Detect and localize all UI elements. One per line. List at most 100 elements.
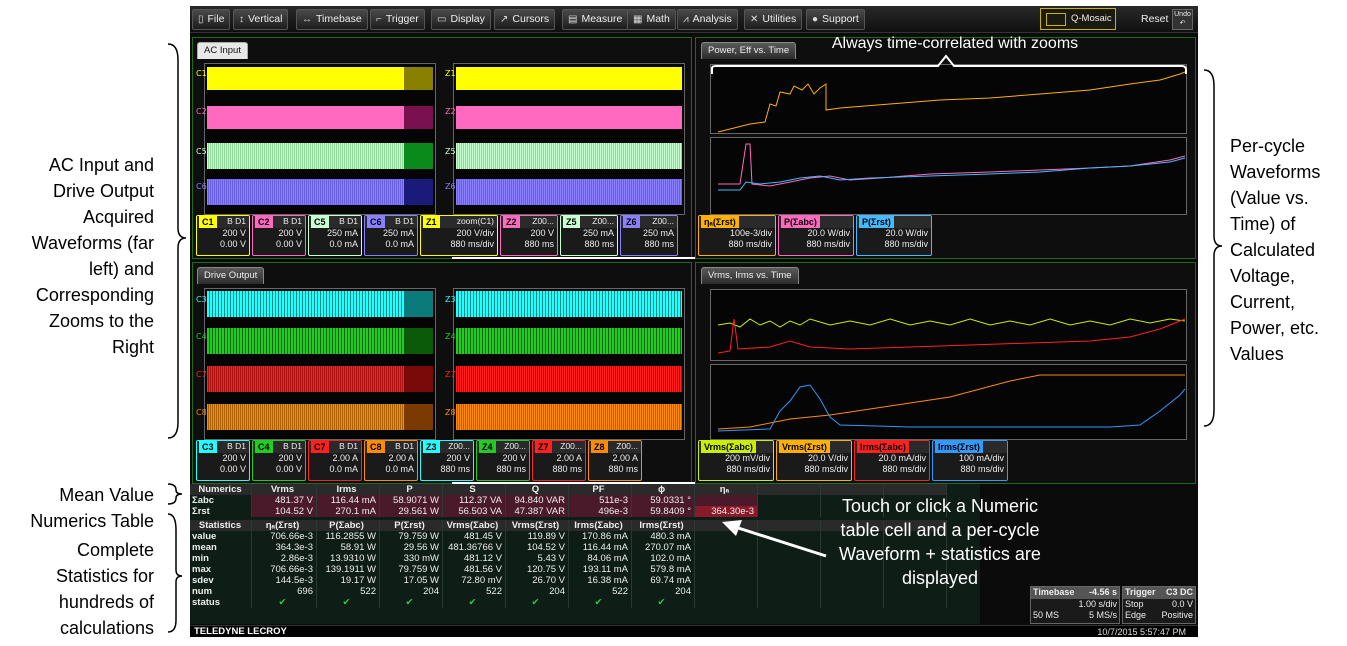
tab-vrms-irms[interactable]: Vrms, Irms vs. Time [701,267,799,284]
table-cell[interactable]: 481.12 V [443,553,506,564]
table-cell[interactable]: 522 [317,586,380,597]
menu-file[interactable]: ▯ File [192,9,231,30]
table-cell[interactable]: 170.86 mA [569,531,632,542]
table-cell[interactable]: 116.2855 W [317,531,380,542]
table-cell[interactable]: 522 [569,586,632,597]
table-cell[interactable]: 59.8409 ° [632,506,695,517]
table-cell[interactable] [695,586,758,597]
table-cell[interactable]: 364.3e-3 [252,542,317,553]
table-cell[interactable]: 69.74 mA [632,575,695,586]
channel-descriptor-rst[interactable]: ηₐ(Σrst) 100e-3/div 880 ms/div [698,215,776,256]
menu-math[interactable]: ▦ Math [627,9,676,30]
table-cell[interactable]: 522 [443,586,506,597]
table-cell[interactable]: 481.37 V [252,495,317,506]
reset-button[interactable]: Reset [1141,13,1168,25]
table-cell[interactable] [758,575,821,586]
channel-descriptor-irmsrst[interactable]: Irms(Σrst) 100 mA/div 880 ms/div [932,440,1008,481]
table-cell[interactable]: ✔ [317,597,380,608]
table-cell[interactable]: 26.70 V [506,575,569,586]
table-cell[interactable]: 204 [632,586,695,597]
channel-descriptor-vrmsabc[interactable]: Vrms(Σabc) 200 mV/div 880 ms/div [698,440,774,481]
table-cell[interactable]: 119.89 V [506,531,569,542]
table-cell[interactable]: 58.9071 W [380,495,443,506]
table-cell[interactable]: 481.36766 V [443,542,506,553]
table-cell[interactable]: 5.43 V [506,553,569,564]
table-cell[interactable]: ✔ [252,597,317,608]
table-cell[interactable] [884,597,947,608]
table-cell[interactable]: ✔ [569,597,632,608]
channel-descriptor-z8[interactable]: Z8 Z00... 2.00 A 880 ms [588,440,642,481]
channel-descriptor-c2[interactable]: C2 B D1 200 V 0.00 V [252,215,306,256]
table-cell[interactable]: 13.9310 W [317,553,380,564]
table-cell[interactable]: 84.06 mA [569,553,632,564]
channel-descriptor-c5[interactable]: C5 B D1 250 mA 0.0 mA [308,215,362,256]
table-cell[interactable]: 481.56 V [443,564,506,575]
menu-display[interactable]: ▭ Display [431,9,491,30]
table-cell[interactable]: 29.56 W [380,542,443,553]
menu-trigger[interactable]: ⌐ Trigger [370,9,425,30]
table-cell[interactable] [695,575,758,586]
menu-timebase[interactable]: ↔ Timebase [296,9,368,30]
table-cell[interactable]: 496e-3 [569,506,632,517]
table-cell[interactable]: 59.0331 ° [632,495,695,506]
table-cell[interactable] [758,495,821,506]
table-cell[interactable]: 72.80 mV [443,575,506,586]
timebase-panel[interactable]: Timebase -4.56 s 1.00 s/div 50 MS 5 MS/s [1030,586,1120,624]
table-cell[interactable]: ✔ [443,597,506,608]
table-cell[interactable]: 139.1911 W [317,564,380,575]
q-mosaic-button[interactable]: Q-Mosaic [1040,8,1116,30]
channel-descriptor-c1[interactable]: C1 B D1 200 V 0.00 V [196,215,250,256]
channel-descriptor-z7[interactable]: Z7 Z00... 2.00 A 880 ms [532,440,586,481]
menu-utilities[interactable]: ✕ Utilities [744,9,803,30]
table-cell[interactable] [821,597,884,608]
table-cell[interactable]: 17.05 W [380,575,443,586]
tab-ac-input[interactable]: AC Input [197,42,248,59]
table-cell[interactable]: 2.86e-3 [252,553,317,564]
table-cell[interactable] [758,586,821,597]
table-cell[interactable]: 16.38 mA [569,575,632,586]
channel-descriptor-z2[interactable]: Z2 Z00... 200 V 880 ms [500,215,558,256]
undo-button[interactable]: Undo ↶ [1172,9,1193,30]
table-cell[interactable]: 706.66e-3 [252,564,317,575]
table-cell[interactable]: 29.561 W [380,506,443,517]
menu-support[interactable]: ● Support [806,9,865,30]
table-cell[interactable]: 112.37 VA [443,495,506,506]
table-cell[interactable]: 481.45 V [443,531,506,542]
table-cell[interactable] [695,597,758,608]
table-cell[interactable]: 330 mW [380,553,443,564]
channel-descriptor-z3[interactable]: Z3 Z00... 200 V 880 ms [420,440,474,481]
table-cell[interactable]: 79.759 W [380,531,443,542]
table-cell[interactable]: 116.44 mA [317,495,380,506]
channel-descriptor-z4[interactable]: Z4 Z00... 200 V 880 ms [476,440,530,481]
channel-descriptor-c7[interactable]: C7 B D1 2.00 A 0.0 mA [308,440,362,481]
table-cell[interactable]: 94.840 VAR [506,495,569,506]
table-cell[interactable]: 511e-3 [569,495,632,506]
table-cell[interactable]: 706.66e-3 [252,531,317,542]
channel-descriptor-prst[interactable]: P(Σrst) 20.0 W/div 880 ms/div [856,215,932,256]
menu-vertical[interactable]: ↕ Vertical [233,9,289,30]
table-cell[interactable]: 79.759 W [380,564,443,575]
table-cell[interactable]: 204 [380,586,443,597]
table-cell[interactable]: 58.91 W [317,542,380,553]
table-cell[interactable]: 104.52 V [252,506,317,517]
table-cell[interactable]: 270.1 mA [317,506,380,517]
channel-descriptor-c3[interactable]: C3 B D1 200 V 0.00 V [196,440,250,481]
table-cell[interactable]: 120.75 V [506,564,569,575]
table-cell[interactable] [758,597,821,608]
channel-descriptor-pabc[interactable]: P(Σabc) 20.0 W/div 880 ms/div [778,215,854,256]
table-cell[interactable]: 480.3 mA [632,531,695,542]
table-cell[interactable]: 204 [506,586,569,597]
table-cell[interactable]: ✔ [380,597,443,608]
table-cell[interactable]: 116.44 mA [569,542,632,553]
table-cell[interactable]: 270.07 mA [632,542,695,553]
table-cell[interactable]: 47.387 VAR [506,506,569,517]
menu-cursors[interactable]: ↗ Cursors [494,9,556,30]
table-cell[interactable]: 144.5e-3 [252,575,317,586]
channel-descriptor-vrmsrst[interactable]: Vrms(Σrst) 20.0 V/div 880 ms/div [776,440,852,481]
channel-descriptor-z5[interactable]: Z5 Z00... 250 mA 880 ms [560,215,618,256]
table-cell[interactable]: ✔ [632,597,695,608]
channel-descriptor-c8[interactable]: C8 B D1 2.00 A 0.0 mA [364,440,418,481]
table-cell[interactable]: 56.503 VA [443,506,506,517]
channel-descriptor-z6[interactable]: Z6 Z00... 250 mA 880 ms [620,215,678,256]
table-cell[interactable]: 696 [252,586,317,597]
